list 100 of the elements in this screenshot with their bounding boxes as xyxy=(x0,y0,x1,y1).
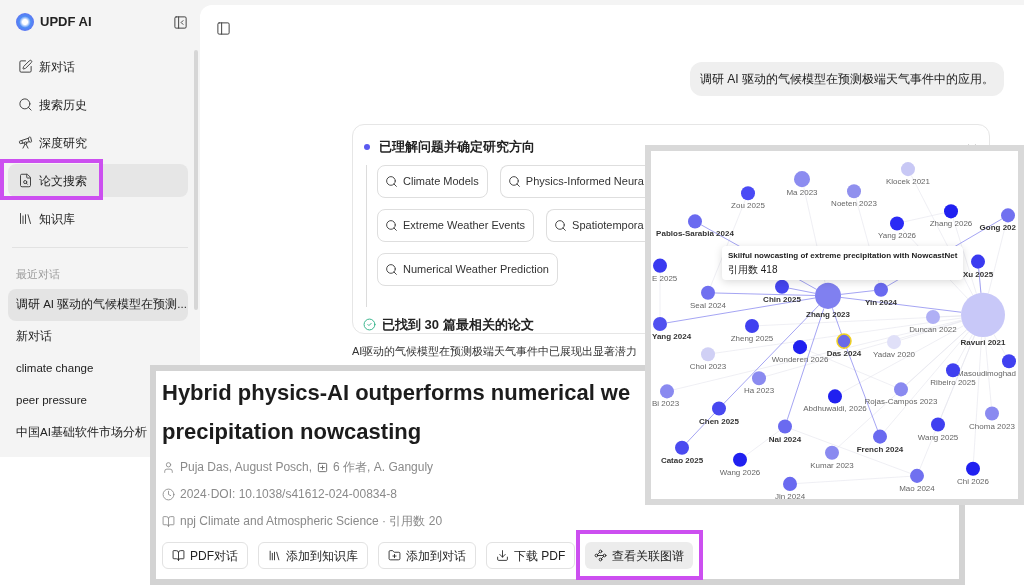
sidebar-toggle-icon[interactable] xyxy=(216,21,231,36)
graph-node[interactable] xyxy=(894,382,908,397)
recent-chat-item[interactable]: 新对话 xyxy=(8,320,54,353)
research-step-title: 已理解问题并确定研究方向 xyxy=(379,138,535,156)
recent-chat-item[interactable]: climate change xyxy=(8,352,96,385)
node-label: Duncan 2022 xyxy=(909,325,957,335)
search-icon xyxy=(385,262,398,276)
node-label: Catao 2025 xyxy=(660,455,704,465)
graph-node[interactable] xyxy=(660,384,674,399)
graph-node[interactable] xyxy=(971,254,985,269)
graph-node[interactable] xyxy=(828,389,842,404)
node-label: Chin 2025 xyxy=(763,294,801,304)
node-label: Yang 2026 xyxy=(877,231,917,241)
node-label: Yin 2024 xyxy=(864,297,898,307)
node-label: Abdhuwaidi, 2026 xyxy=(803,404,867,414)
graph-node[interactable] xyxy=(961,292,1005,338)
paper-action-button[interactable]: 添加到对话 xyxy=(378,542,476,569)
paper-action-button[interactable]: 下载 PDF xyxy=(486,542,576,569)
graph-node[interactable] xyxy=(653,316,667,332)
graph-edge xyxy=(840,290,875,295)
library-icon xyxy=(268,549,281,562)
graph-node[interactable] xyxy=(675,440,689,455)
library-icon xyxy=(18,211,33,226)
graph-node[interactable] xyxy=(733,452,747,467)
recent-chat-item[interactable]: 调研 AI 驱动的气候模型在预测... xyxy=(8,288,188,321)
node-label: Rojas-Campos 2023 xyxy=(864,397,938,407)
search-term-chip[interactable]: Climate Models xyxy=(377,164,488,198)
graph-node[interactable] xyxy=(701,347,715,362)
graph-node[interactable] xyxy=(847,184,861,199)
nav-item[interactable]: 深度研究 xyxy=(8,126,188,159)
node-label: Xu 2025 xyxy=(962,269,994,279)
authors: Puja Das, August Posch, xyxy=(180,459,313,476)
node-label: Chen 2025 xyxy=(699,416,739,426)
search-icon xyxy=(385,218,398,232)
person-icon xyxy=(162,460,175,474)
graph-node[interactable] xyxy=(815,282,841,309)
node-label: Choma 2023 xyxy=(969,421,1015,431)
node-label: Kumar 2023 xyxy=(810,460,854,470)
search-term-chip[interactable]: Numerical Weather Prediction xyxy=(377,252,558,286)
paper-action-button[interactable]: PDF对话 xyxy=(162,542,248,569)
graph-node[interactable] xyxy=(825,445,839,460)
recent-chat-item[interactable]: 中国AI基础软件市场分析 xyxy=(8,416,149,449)
search-icon xyxy=(385,174,398,188)
node-label: Zheng 2025 xyxy=(730,334,774,344)
graph-node[interactable] xyxy=(836,333,852,349)
graph-node[interactable] xyxy=(778,419,792,434)
search-term-chip[interactable]: Extreme Weather Events xyxy=(377,208,535,242)
clock-icon xyxy=(162,487,175,501)
paper-title: precipitation nowcasting xyxy=(162,418,422,446)
nav-item[interactable]: 新对话 xyxy=(8,50,188,83)
graph-node[interactable] xyxy=(712,401,726,416)
node-label: Bi 2023 xyxy=(652,399,680,409)
graph-node[interactable] xyxy=(966,461,980,476)
node-label: Zou 2025 xyxy=(731,201,765,211)
graph-node[interactable] xyxy=(745,318,759,334)
graph-node[interactable] xyxy=(873,429,887,444)
graph-node[interactable] xyxy=(887,335,901,350)
graph-node[interactable] xyxy=(741,186,755,201)
graph-node[interactable] xyxy=(901,162,915,177)
graph-node[interactable] xyxy=(1002,354,1016,369)
search-icon xyxy=(554,218,568,232)
graph-node[interactable] xyxy=(653,258,667,273)
graph-node[interactable] xyxy=(783,476,797,491)
search-icon xyxy=(18,97,33,112)
graph-node[interactable] xyxy=(794,171,810,188)
folder-plus-icon xyxy=(388,549,401,562)
graph-node[interactable] xyxy=(775,279,789,294)
graph-node[interactable] xyxy=(926,309,940,324)
graph-node[interactable] xyxy=(874,282,888,297)
node-label: Chi 2026 xyxy=(957,476,989,486)
paper-journal: npj Climate and Atmospheric Science · 引用数 20 xyxy=(180,513,443,530)
nav-item[interactable]: 知识库 xyxy=(8,202,188,235)
node-label: Choi 2023 xyxy=(689,362,727,372)
collapse-sidebar-icon[interactable] xyxy=(173,14,188,30)
expand-authors-icon[interactable] xyxy=(317,461,329,473)
graph-node[interactable] xyxy=(752,371,766,386)
graph-node[interactable] xyxy=(701,285,715,300)
download-icon xyxy=(496,549,509,562)
graph-node[interactable] xyxy=(688,214,702,229)
graph-node[interactable] xyxy=(931,417,945,432)
node-label: Jin 2024 xyxy=(774,492,806,499)
node-label: E 2025 xyxy=(652,273,678,283)
graph-node[interactable] xyxy=(985,406,999,421)
app-name: UPDF AI xyxy=(40,13,92,32)
paper-action-button[interactable]: 查看关联图谱 xyxy=(585,542,694,569)
node-label: Ha 2023 xyxy=(743,386,775,396)
nav-item[interactable]: 搜索历史 xyxy=(8,88,188,121)
graph-node[interactable] xyxy=(910,468,924,483)
result-summary: 已找到 30 篇最相关的论文 xyxy=(382,315,534,334)
book-icon xyxy=(162,514,175,528)
paper-action-button[interactable]: 添加到知识库 xyxy=(258,542,368,569)
paper-doi: 2024·DOI: 10.1038/s41612-024-00834-8 xyxy=(180,486,397,503)
graph-node[interactable] xyxy=(890,216,904,231)
graph-node[interactable] xyxy=(944,204,958,219)
tooltip-citations: 引用数 418 xyxy=(728,264,779,276)
recent-chat-item[interactable]: peer pressure xyxy=(8,384,89,417)
nav-item[interactable]: 论文搜索 xyxy=(8,164,188,197)
node-label: Pablos-Sarabia 2024 xyxy=(656,229,734,239)
graph-node[interactable] xyxy=(793,340,807,355)
graph-node[interactable] xyxy=(1001,208,1015,223)
